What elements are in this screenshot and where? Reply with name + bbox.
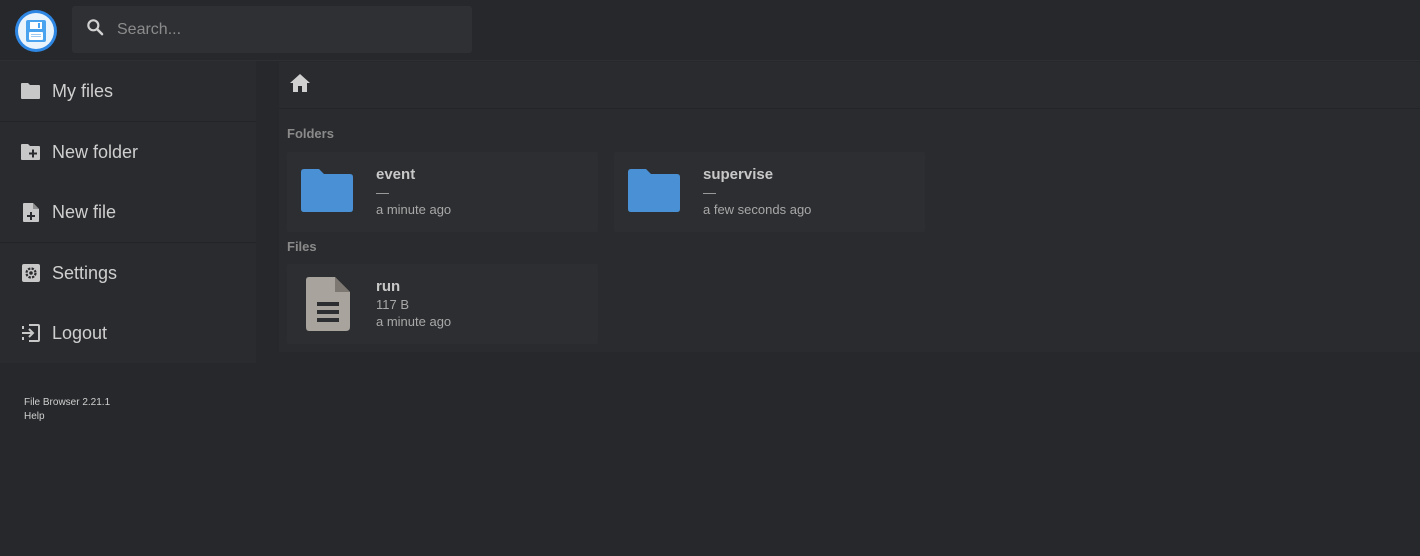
folder-item-event[interactable]: event — a minute ago [287, 152, 598, 232]
sidebar-item-new-folder[interactable]: New folder [0, 122, 256, 182]
folder-icon [299, 166, 355, 219]
files-heading: Files [287, 239, 317, 254]
sidebar-item-label: Logout [52, 322, 108, 343]
exit-icon [20, 323, 41, 344]
search-input[interactable] [115, 19, 455, 40]
item-size: — [376, 185, 389, 200]
app-logo[interactable] [15, 10, 57, 52]
settings-icon [20, 263, 41, 284]
sidebar-item-label: My files [52, 80, 114, 101]
item-size: — [703, 185, 716, 200]
item-name: supervise [703, 166, 774, 183]
sidebar-item-label: New folder [52, 141, 139, 162]
home-icon[interactable] [289, 73, 311, 98]
item-size: 117 B [376, 297, 410, 312]
help-link[interactable]: Help [24, 410, 110, 424]
search-icon [85, 17, 105, 42]
header [0, 0, 1420, 61]
item-modified: a minute ago [376, 314, 452, 329]
version-text: File Browser 2.21.1 [24, 397, 111, 408]
item-modified: a minute ago [376, 202, 452, 217]
folder-icon [626, 166, 682, 219]
folder-item-supervise[interactable]: supervise — a few seconds ago [614, 152, 925, 232]
folders-heading: Folders [287, 126, 334, 141]
create-new-folder-icon [20, 142, 41, 163]
file-item-run[interactable]: run 117 B a minute ago [287, 264, 598, 344]
sidebar-footer: File Browser 2.21.1 Help [24, 396, 110, 424]
breadcrumb [279, 62, 1420, 109]
sidebar-item-logout[interactable]: Logout [0, 303, 256, 363]
sidebar: My files New folder New file Settings Lo… [0, 61, 256, 363]
sidebar-item-my-files[interactable]: My files [0, 61, 256, 121]
folder-icon [20, 81, 41, 102]
note-add-icon [20, 202, 41, 223]
floppy-disk-icon [18, 13, 54, 49]
file-listing: Folders event — a minute ago supervise —… [279, 62, 1420, 352]
sidebar-item-new-file[interactable]: New file [0, 182, 256, 242]
item-modified: a few seconds ago [703, 202, 812, 217]
sidebar-item-settings[interactable]: Settings [0, 243, 256, 303]
item-name: run [376, 278, 401, 295]
search-bar[interactable] [72, 6, 472, 53]
sidebar-item-label: New file [52, 201, 117, 222]
file-icon [305, 276, 351, 337]
sidebar-item-label: Settings [52, 262, 118, 283]
item-name: event [376, 166, 416, 183]
